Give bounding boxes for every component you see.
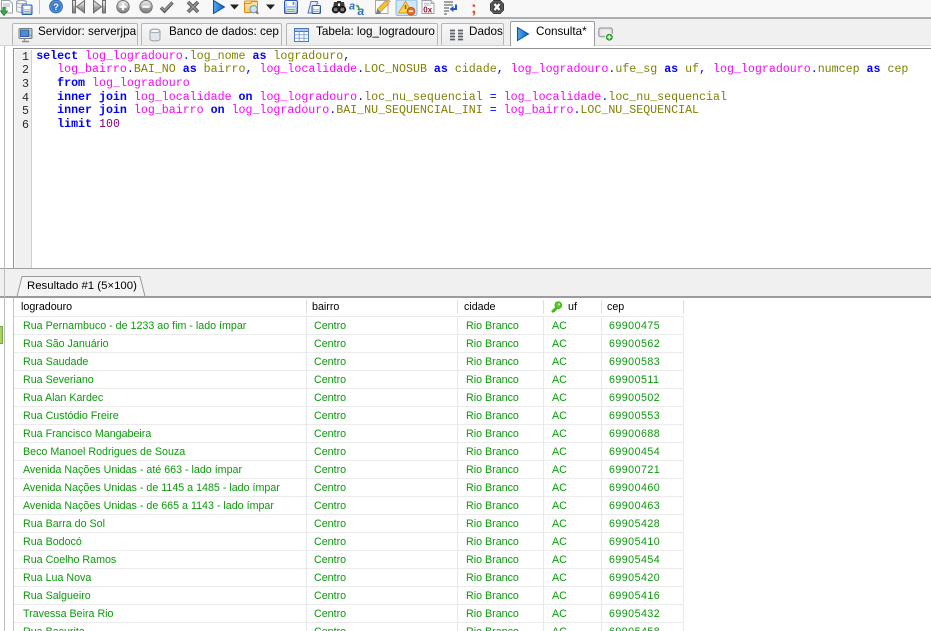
svg-text:?: ? — [53, 2, 59, 13]
svg-text:a: a — [349, 1, 355, 13]
svg-text:;: ; — [471, 0, 477, 16]
svg-text:0x: 0x — [423, 6, 432, 15]
